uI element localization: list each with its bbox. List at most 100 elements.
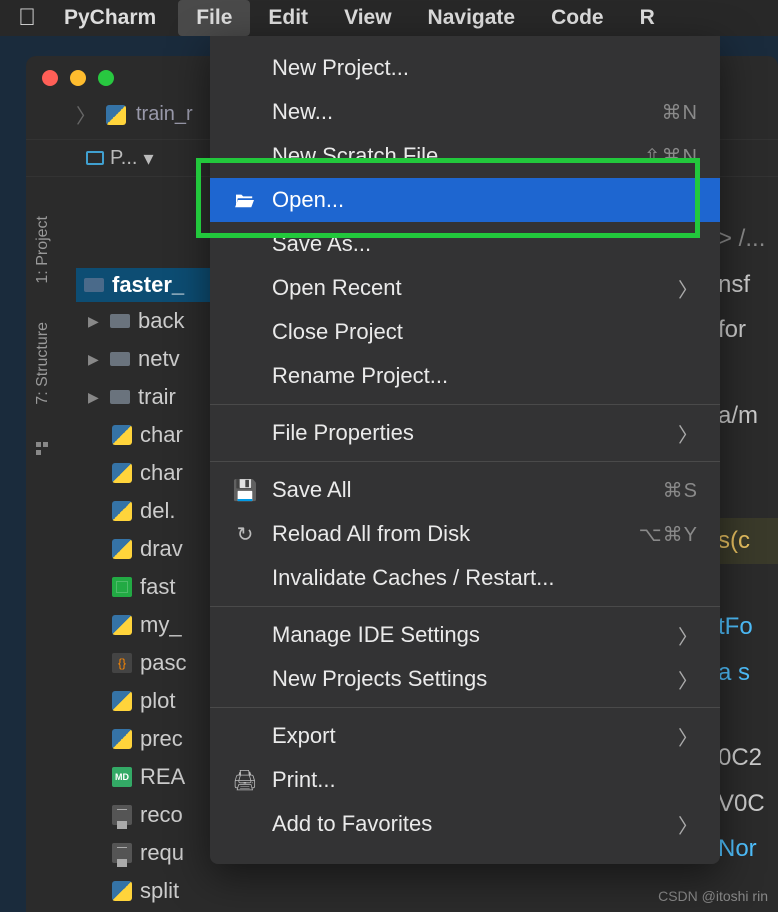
chevron-right-icon: ▶ bbox=[88, 351, 102, 368]
tree-item-label: plot bbox=[140, 688, 175, 714]
menubar-item-code[interactable]: Code bbox=[533, 0, 622, 36]
editor-peek: > /...nsffora/ms(ctFoa s0C2V0CNor bbox=[718, 216, 778, 872]
menu-item-add-to-favorites[interactable]: Add to Favorites 〉 bbox=[210, 802, 720, 846]
project-view-icon bbox=[86, 151, 104, 165]
structure-icon[interactable] bbox=[36, 442, 50, 456]
chevron-right-icon: 〉 bbox=[678, 665, 698, 694]
menu-item-new-projects-settings[interactable]: New Projects Settings 〉 bbox=[210, 657, 720, 701]
watermark: CSDN @itoshi rin bbox=[658, 888, 768, 904]
python-file-icon bbox=[112, 881, 132, 901]
folder-icon bbox=[110, 390, 130, 404]
menu-item-new[interactable]: New...⌘N bbox=[210, 90, 720, 134]
chevron-right-icon: 〉 bbox=[678, 810, 698, 839]
menu-shortcut: ⌘N bbox=[662, 100, 698, 125]
macos-menubar:  PyCharm File Edit View Navigate Code R bbox=[0, 0, 778, 36]
zoom-window-icon[interactable] bbox=[98, 70, 114, 86]
menu-item-label: New Scratch File bbox=[272, 143, 630, 169]
folder-icon bbox=[110, 314, 130, 328]
menu-item-manage-ide-settings[interactable]: Manage IDE Settings〉 bbox=[210, 613, 720, 657]
menu-item-label: Save As... bbox=[272, 231, 698, 257]
menu-shortcut: ⇧⌘N bbox=[644, 144, 698, 169]
menu-item-new-scratch-file[interactable]: New Scratch File ⇧⌘N bbox=[210, 134, 720, 178]
tree-item-label: drav bbox=[140, 536, 183, 562]
chevron-right-icon: 〉 bbox=[678, 722, 698, 751]
structure-tool-tab[interactable]: 7: Structure bbox=[34, 322, 52, 405]
close-window-icon[interactable] bbox=[42, 70, 58, 86]
menubar-item-r[interactable]: R bbox=[622, 0, 673, 36]
tree-root-label: faster_ bbox=[112, 272, 184, 298]
menu-separator bbox=[210, 707, 720, 708]
menu-item-label: Open... bbox=[272, 187, 698, 213]
project-selector[interactable]: P... ▾ bbox=[76, 146, 163, 171]
code-fragment: V0C bbox=[718, 781, 778, 827]
code-fragment: tFo bbox=[718, 604, 778, 650]
file-menu: New Project... New...⌘N New Scratch File ⇧⌘… bbox=[210, 36, 720, 864]
menubar-item-navigate[interactable]: Navigate bbox=[410, 0, 534, 36]
folder-icon bbox=[110, 352, 130, 366]
apple-logo-icon[interactable]:  bbox=[18, 4, 36, 32]
chevron-right-icon: 〉 bbox=[678, 274, 698, 303]
code-fragment: for bbox=[718, 307, 778, 353]
tree-item-label: split bbox=[140, 878, 179, 904]
menu-item-export[interactable]: Export〉 bbox=[210, 714, 720, 758]
menu-item-save-as[interactable]: Save As... bbox=[210, 222, 720, 266]
menu-item-label: Print... bbox=[272, 767, 698, 793]
tree-item-label: requ bbox=[140, 840, 184, 866]
breadcrumb-file: train_r bbox=[136, 103, 193, 126]
tree-item-label: netv bbox=[138, 346, 180, 372]
menu-item-label: Reload All from Disk bbox=[272, 521, 625, 547]
menu-item-open[interactable]: Open... bbox=[210, 178, 720, 222]
python-file-icon bbox=[112, 501, 132, 521]
menu-separator bbox=[210, 461, 720, 462]
menu-item-open-recent[interactable]: Open Recent〉 bbox=[210, 266, 720, 310]
tree-item-label: reco bbox=[140, 802, 183, 828]
text-file-icon bbox=[112, 843, 132, 863]
text-file-icon bbox=[112, 805, 132, 825]
code-fragment: Nor bbox=[718, 826, 778, 872]
menu-item-file-properties[interactable]: File Properties〉 bbox=[210, 411, 720, 455]
tab-label: 1: Project bbox=[34, 216, 52, 284]
project-tool-tab[interactable]: 1: Project bbox=[34, 216, 52, 284]
chevron-right-icon: ▶ bbox=[88, 313, 102, 330]
json-file-icon: {} bbox=[112, 653, 132, 673]
menu-item-label: New Project... bbox=[272, 55, 698, 81]
menu-item-save-all[interactable]: 💾Save All⌘S bbox=[210, 468, 720, 512]
tree-item-label: back bbox=[138, 308, 184, 334]
menu-item-label: Invalidate Caches / Restart... bbox=[272, 565, 698, 591]
python-file-icon bbox=[112, 729, 132, 749]
menu-item-new-project[interactable]: New Project... bbox=[210, 46, 720, 90]
menu-item-invalidate-caches-restart[interactable]: Invalidate Caches / Restart... bbox=[210, 556, 720, 600]
code-fragment: a s bbox=[718, 650, 778, 696]
menubar-app-name[interactable]: PyCharm bbox=[64, 6, 156, 30]
menu-item-close-project[interactable]: Close Project bbox=[210, 310, 720, 354]
chevron-down-icon: ▾ bbox=[143, 146, 153, 171]
menubar-item-view[interactable]: View bbox=[326, 0, 409, 36]
menubar-item-file[interactable]: File bbox=[178, 0, 250, 36]
menu-separator bbox=[210, 606, 720, 607]
menu-item-label: Add to Favorites bbox=[272, 811, 664, 837]
python-file-icon bbox=[112, 615, 132, 635]
tree-item-label: REA bbox=[140, 764, 185, 790]
python-file-icon bbox=[106, 105, 126, 125]
python-file-icon bbox=[112, 691, 132, 711]
menubar-item-edit[interactable]: Edit bbox=[250, 0, 326, 36]
tree-file[interactable]: split bbox=[76, 872, 246, 910]
folder-open-icon bbox=[234, 191, 256, 209]
markdown-file-icon: MD bbox=[112, 767, 132, 787]
menu-item-label: Rename Project... bbox=[272, 363, 698, 389]
menu-separator bbox=[210, 404, 720, 405]
python-file-icon bbox=[112, 539, 132, 559]
tree-item-label: char bbox=[140, 460, 183, 486]
menu-item-label: New Projects Settings bbox=[272, 666, 664, 692]
menu-shortcut: ⌘S bbox=[663, 478, 698, 503]
code-fragment: nsf bbox=[718, 262, 778, 308]
image-file-icon bbox=[112, 577, 132, 597]
tree-item-label: fast bbox=[140, 574, 175, 600]
menu-item-rename-project[interactable]: Rename Project... bbox=[210, 354, 720, 398]
code-fragment: s(c bbox=[718, 518, 778, 564]
python-file-icon bbox=[112, 425, 132, 445]
menu-item-reload-all-from-disk[interactable]: ↻Reload All from Disk⌥⌘Y bbox=[210, 512, 720, 556]
minimize-window-icon[interactable] bbox=[70, 70, 86, 86]
code-fragment: 0C2 bbox=[718, 735, 778, 781]
menu-item-print[interactable]: 🖨Print... bbox=[210, 758, 720, 802]
